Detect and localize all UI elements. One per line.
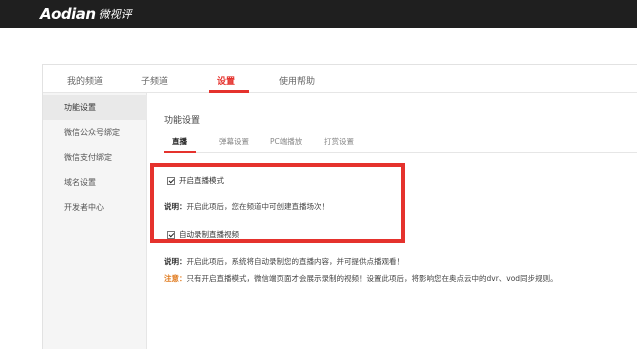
sidebar-item-developer[interactable]: 开发者中心 [43, 195, 147, 220]
tab-sub-channel[interactable]: 子频道 [141, 74, 168, 87]
tab-help[interactable]: 使用帮助 [279, 74, 315, 87]
auto-record-option[interactable]: 自动录制直播视频 [167, 229, 239, 240]
subtab-danmaku[interactable]: 弹幕设置 [219, 136, 249, 147]
subtab-reward[interactable]: 打赏设置 [324, 136, 354, 147]
top-bar: Aodian 微视评 [0, 0, 637, 28]
sub-tabs: 直播 弹幕设置 PC端播放 打赏设置 [164, 135, 637, 153]
description-prefix: 说明： [164, 202, 187, 211]
description-text: 开启此项后，系统将自动录制您的直播内容，并可提供点播观看！ [186, 257, 405, 266]
main-tabs: 我的频道 子频道 设置 使用帮助 [43, 65, 637, 93]
auto-record-label: 自动录制直播视频 [179, 230, 239, 239]
active-subtab-indicator [164, 151, 196, 153]
subtab-live[interactable]: 直播 [172, 136, 187, 147]
main-content: 功能设置 直播 弹幕设置 PC端播放 打赏设置 开启直播模式 说明：开启此项后，… [147, 93, 637, 349]
auto-record-description: 说明：开启此项后，系统将自动录制您的直播内容，并可提供点播观看！ [164, 256, 404, 267]
note-prefix: 注意： [164, 274, 187, 283]
live-mode-label: 开启直播模式 [179, 176, 224, 185]
sidebar: 功能设置 微信公众号绑定 微信支付绑定 域名设置 开发者中心 [43, 93, 147, 349]
subtab-pc-playback[interactable]: PC端播放 [270, 136, 302, 147]
page-title: 功能设置 [164, 116, 201, 126]
note-text: 注意：只有开启直播模式，微信端页面才会展示录制的视频！设置此项后，将影响您在奥点… [164, 273, 558, 284]
brand-logo[interactable]: Aodian 微视评 [40, 5, 132, 23]
auto-record-checkbox[interactable] [167, 230, 175, 239]
note-body: 只有开启直播模式，微信端页面才会展示录制的视频！设置此项后，将影响您在奥点云中的… [186, 274, 558, 283]
live-mode-description: 说明：开启此项后，您在频道中可创建直播场次！ [164, 201, 329, 212]
logo-cn-text: 微视评 [98, 8, 132, 21]
logo-text: Aodian [40, 5, 96, 23]
live-mode-option[interactable]: 开启直播模式 [167, 175, 224, 186]
tab-settings[interactable]: 设置 [217, 74, 235, 87]
sidebar-item-domain[interactable]: 域名设置 [43, 170, 147, 195]
description-text: 开启此项后，您在频道中可创建直播场次！ [186, 202, 330, 211]
description-prefix: 说明： [164, 257, 187, 266]
sidebar-item-wechat-account[interactable]: 微信公众号绑定 [43, 120, 147, 145]
settings-page: 我的频道 子频道 设置 使用帮助 功能设置 微信公众号绑定 微信支付绑定 域名设… [42, 64, 637, 349]
sidebar-item-wechat-pay[interactable]: 微信支付绑定 [43, 145, 147, 170]
live-mode-checkbox[interactable] [167, 176, 175, 185]
tab-my-channel[interactable]: 我的频道 [67, 74, 103, 87]
sidebar-item-function-settings[interactable]: 功能设置 [43, 95, 147, 120]
